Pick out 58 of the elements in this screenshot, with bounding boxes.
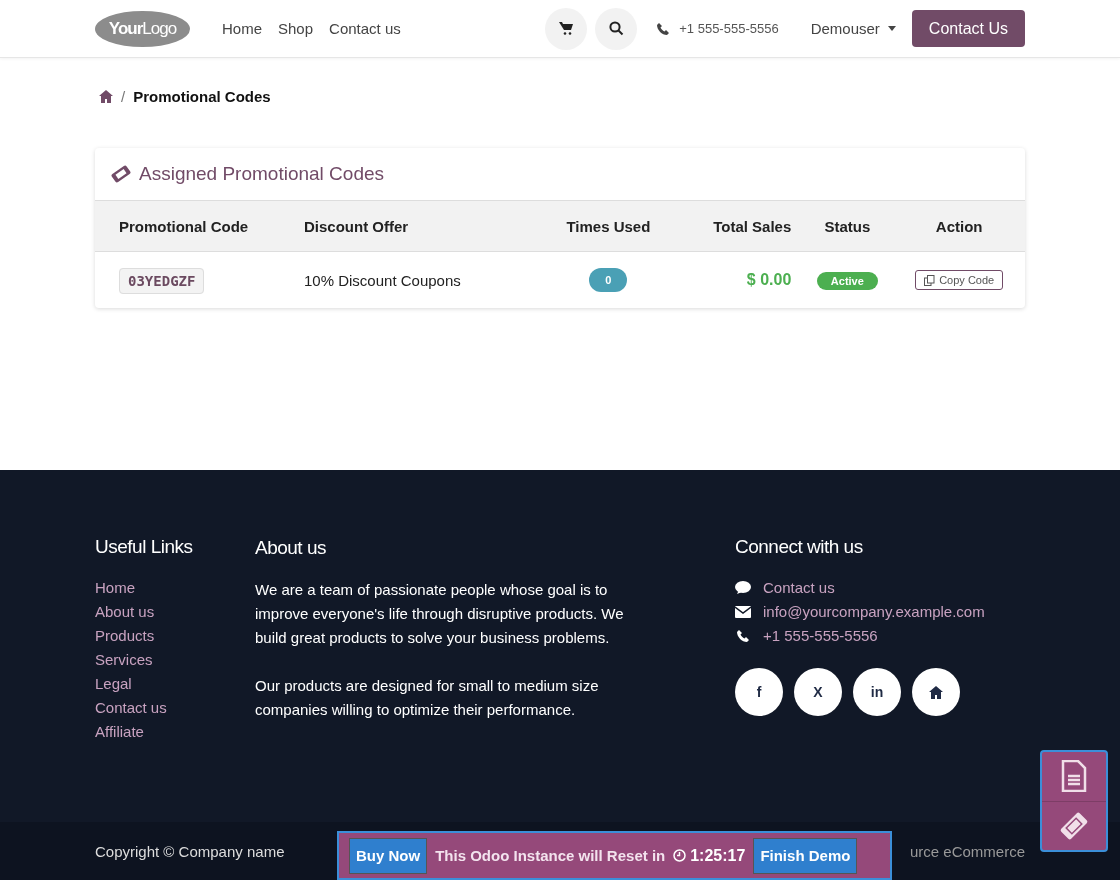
home-icon: [929, 685, 943, 699]
footer-link[interactable]: Services: [95, 648, 255, 672]
document-icon: [1061, 760, 1087, 793]
contact-us-button[interactable]: Contact Us: [911, 10, 1025, 47]
phone-icon: [657, 22, 670, 35]
footer-link[interactable]: Affiliate: [95, 720, 255, 744]
contact-link[interactable]: +1 555-555-5556: [763, 624, 878, 648]
copyright-text: Copyright © Company name: [95, 842, 285, 860]
column-header: Total Sales: [671, 200, 802, 252]
about-paragraph: Our products are designed for small to medium size companies willing to optimize their performance.: [255, 676, 600, 720]
user-menu[interactable]: Demouser: [810, 20, 896, 37]
breadcrumb-separator: /: [121, 88, 126, 105]
breadcrumb-current: Promotional Codes: [133, 88, 271, 105]
finish-demo-button[interactable]: Finish Demo: [753, 837, 858, 874]
footer-link[interactable]: Contact us: [95, 696, 255, 720]
footer-heading: Connect with us: [735, 536, 864, 558]
envelope-icon: [735, 606, 751, 618]
footer-link[interactable]: Products: [95, 624, 255, 648]
social-link-button[interactable]: X: [794, 668, 842, 716]
count-badge: 0: [589, 268, 628, 292]
contact-link[interactable]: Contact us: [763, 576, 835, 600]
clock-icon: [673, 849, 687, 862]
nav-link[interactable]: Home: [222, 20, 262, 37]
column-header: Times Used: [545, 200, 672, 252]
social-link-button[interactable]: f: [735, 668, 783, 716]
about-paragraph: We are a team of passionate people whose goal is to improve everyone's life through disruptive products. We build great products to solve your business problems.: [255, 580, 625, 648]
status-badge: Active: [816, 271, 878, 290]
copy-icon: [924, 274, 936, 286]
search-icon: [608, 21, 624, 36]
table-cell: 10% Discount Coupons: [280, 251, 546, 308]
card-title: Assigned Promotional Codes: [139, 163, 385, 185]
countdown-timer: 1:25:17: [690, 846, 746, 865]
column-header: Promotional Code: [95, 200, 280, 252]
column-header: Discount Offer: [280, 200, 546, 252]
home-icon: [99, 90, 113, 103]
promo-code: 03YEDGZF: [119, 267, 205, 294]
footer-heading: Useful Links: [95, 536, 194, 558]
total-sales: $ 0.00: [746, 271, 792, 288]
footer-link[interactable]: Home: [95, 576, 255, 600]
footer-link[interactable]: About us: [95, 600, 255, 624]
powered-by-text: urce eCommerce: [909, 842, 1025, 860]
cart-icon: [559, 22, 574, 35]
reset-message: This Odoo Instance will Reset in: [435, 847, 666, 864]
chat-icon: [735, 581, 751, 595]
column-header: Action: [893, 200, 1025, 252]
phone-icon: [737, 630, 749, 642]
social-home-button[interactable]: [912, 668, 960, 716]
buy-now-button[interactable]: Buy Now: [349, 837, 428, 874]
ticket-icon: [111, 165, 131, 183]
nav-link[interactable]: Shop: [278, 20, 314, 37]
copy-code-button[interactable]: Copy Code: [915, 270, 1004, 290]
contact-link[interactable]: info@yourcompany.example.com: [763, 600, 985, 624]
nav-link[interactable]: Contact us: [329, 20, 401, 37]
footer-heading: About us: [255, 536, 327, 560]
footer-link[interactable]: Legal: [95, 672, 255, 696]
phone-number: +1 555-555-5556: [679, 21, 779, 36]
social-link-button[interactable]: in: [853, 668, 901, 716]
column-header: Status: [801, 200, 894, 252]
